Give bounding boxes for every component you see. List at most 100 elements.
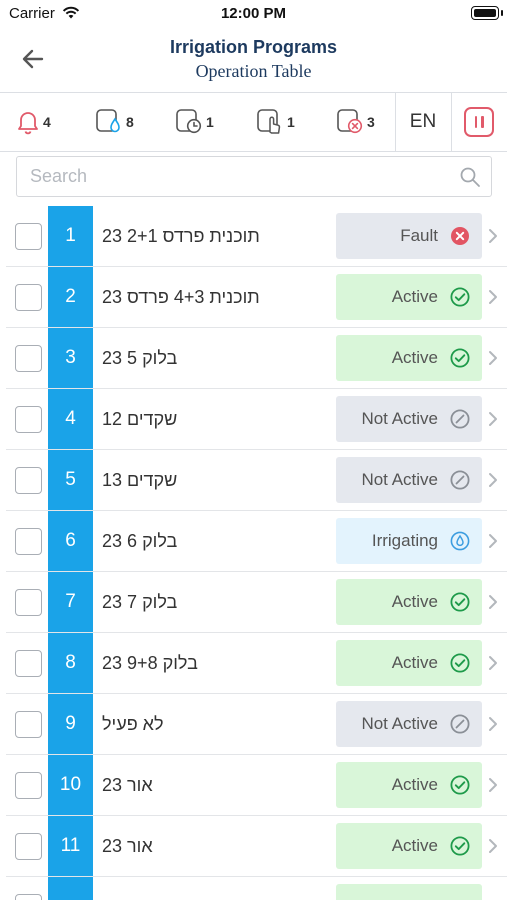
program-name: בלוק 7 23: [102, 592, 178, 612]
search-icon[interactable]: [459, 166, 481, 188]
status-badge: Not Active: [336, 701, 482, 747]
program-name: לא פעיל: [102, 714, 164, 734]
chevron-right-icon: [489, 351, 497, 365]
language-button[interactable]: EN: [396, 93, 450, 151]
status-label: Fault: [400, 226, 438, 245]
filter-toolbar: 4 8 1 1 3 EN: [0, 92, 507, 152]
chevron-right-icon: [489, 778, 497, 792]
water-filter-button[interactable]: 8: [95, 93, 134, 151]
search-box: [16, 156, 492, 197]
row-checkbox[interactable]: [15, 284, 42, 311]
toolbar-divider: [451, 93, 452, 151]
pause-icon: [474, 116, 477, 128]
status-badge: Active: [336, 640, 482, 686]
water-drop-icon: [450, 531, 470, 551]
alarms-filter-button[interactable]: 4: [16, 93, 51, 151]
status-badge: [336, 884, 482, 900]
disabled-circle-icon: [450, 470, 470, 490]
row-checkbox[interactable]: [15, 467, 42, 494]
check-circle-icon: [450, 653, 470, 673]
program-name: בלוק 5 23: [102, 348, 178, 368]
stop-circle-icon: [337, 109, 363, 134]
timer-count: 1: [206, 114, 214, 130]
status-badge: Active: [336, 823, 482, 869]
check-circle-icon: [450, 836, 470, 856]
status-label: Active: [391, 836, 438, 855]
program-number: 11: [48, 816, 93, 876]
manual-filter-button[interactable]: 1: [256, 93, 295, 151]
program-name: בלוק 6 23: [102, 531, 178, 551]
program-row[interactable]: 1 תוכנית פרדס 2+1 23 Fault: [6, 206, 507, 267]
program-row[interactable]: 11 אור 23 Active: [6, 816, 507, 877]
status-label: Active: [391, 592, 438, 611]
status-label: Not Active: [361, 714, 438, 733]
status-label: Not Active: [361, 470, 438, 489]
program-number: 8: [48, 633, 93, 693]
program-number: 7: [48, 572, 93, 632]
row-checkbox[interactable]: [15, 406, 42, 433]
program-row[interactable]: 9 לא פעיל Not Active: [6, 694, 507, 755]
timer-filter-button[interactable]: 1: [175, 93, 214, 151]
row-checkbox[interactable]: [15, 528, 42, 555]
row-checkbox[interactable]: [15, 772, 42, 799]
alarms-count: 4: [43, 114, 51, 130]
chevron-right-icon: [489, 717, 497, 731]
stopped-count: 3: [367, 114, 375, 130]
pause-button[interactable]: [464, 107, 494, 137]
stopped-filter-button[interactable]: 3: [336, 93, 375, 151]
water-drop-icon: [96, 109, 120, 133]
program-number: [48, 877, 93, 900]
page-title: Irrigation Programs: [169, 37, 338, 57]
status-label: Active: [391, 287, 438, 306]
nav-bar: Irrigation Programs Operation Table: [0, 28, 507, 92]
row-checkbox[interactable]: [15, 345, 42, 372]
program-row[interactable]: 4 שקדים 12 Not Active: [6, 389, 507, 450]
status-badge: Active: [336, 762, 482, 808]
program-row[interactable]: 5 שקדים 13 Not Active: [6, 450, 507, 511]
program-number: 1: [48, 206, 93, 266]
row-checkbox[interactable]: [15, 711, 42, 738]
row-checkbox[interactable]: [15, 650, 42, 677]
status-bar: Carrier 12:00 PM: [0, 0, 507, 28]
program-number: 10: [48, 755, 93, 815]
x-circle-icon: [451, 227, 469, 245]
program-row[interactable]: 2 תוכנית 4+3 פרדס 23 Active: [6, 267, 507, 328]
bell-icon: [18, 112, 38, 135]
check-circle-icon: [450, 775, 470, 795]
status-label: Active: [391, 775, 438, 794]
program-row[interactable]: 7 בלוק 7 23 Active: [6, 572, 507, 633]
status-badge: Active: [336, 579, 482, 625]
program-name: תוכנית פרדס 2+1 23: [102, 226, 260, 246]
status-badge: Active: [336, 335, 482, 381]
manual-count: 1: [287, 114, 295, 130]
program-name: תוכנית 4+3 פרדס 23: [102, 287, 260, 307]
row-checkbox[interactable]: [15, 589, 42, 616]
program-row[interactable]: 6 בלוק 6 23 Irrigating: [6, 511, 507, 572]
check-circle-icon: [450, 287, 470, 307]
chevron-right-icon: [489, 839, 497, 853]
row-checkbox[interactable]: [15, 223, 42, 250]
program-row[interactable]: 3 בלוק 5 23 Active: [6, 328, 507, 389]
chevron-right-icon: [489, 595, 497, 609]
program-name: שקדים 13: [102, 470, 178, 490]
status-badge: Active: [336, 274, 482, 320]
search-input[interactable]: [17, 157, 447, 196]
chevron-right-icon: [489, 229, 497, 243]
program-row[interactable]: 10 אור 23 Active: [6, 755, 507, 816]
clock: 12:00 PM: [220, 5, 287, 22]
row-checkbox[interactable]: [15, 894, 42, 900]
battery-icon: [471, 6, 499, 20]
hand-pointer-icon: [257, 109, 281, 134]
program-row[interactable]: [6, 877, 507, 900]
disabled-circle-icon: [450, 714, 470, 734]
program-number: 5: [48, 450, 93, 510]
program-name: אור 23: [102, 775, 153, 795]
status-badge: Not Active: [336, 396, 482, 442]
status-label: Not Active: [361, 409, 438, 428]
row-checkbox[interactable]: [15, 833, 42, 860]
disabled-circle-icon: [450, 409, 470, 429]
program-row[interactable]: 8 בלוק 9+8 23 Active: [6, 633, 507, 694]
chevron-right-icon: [489, 656, 497, 670]
program-number: 2: [48, 267, 93, 327]
program-name: אור 23: [102, 836, 153, 856]
